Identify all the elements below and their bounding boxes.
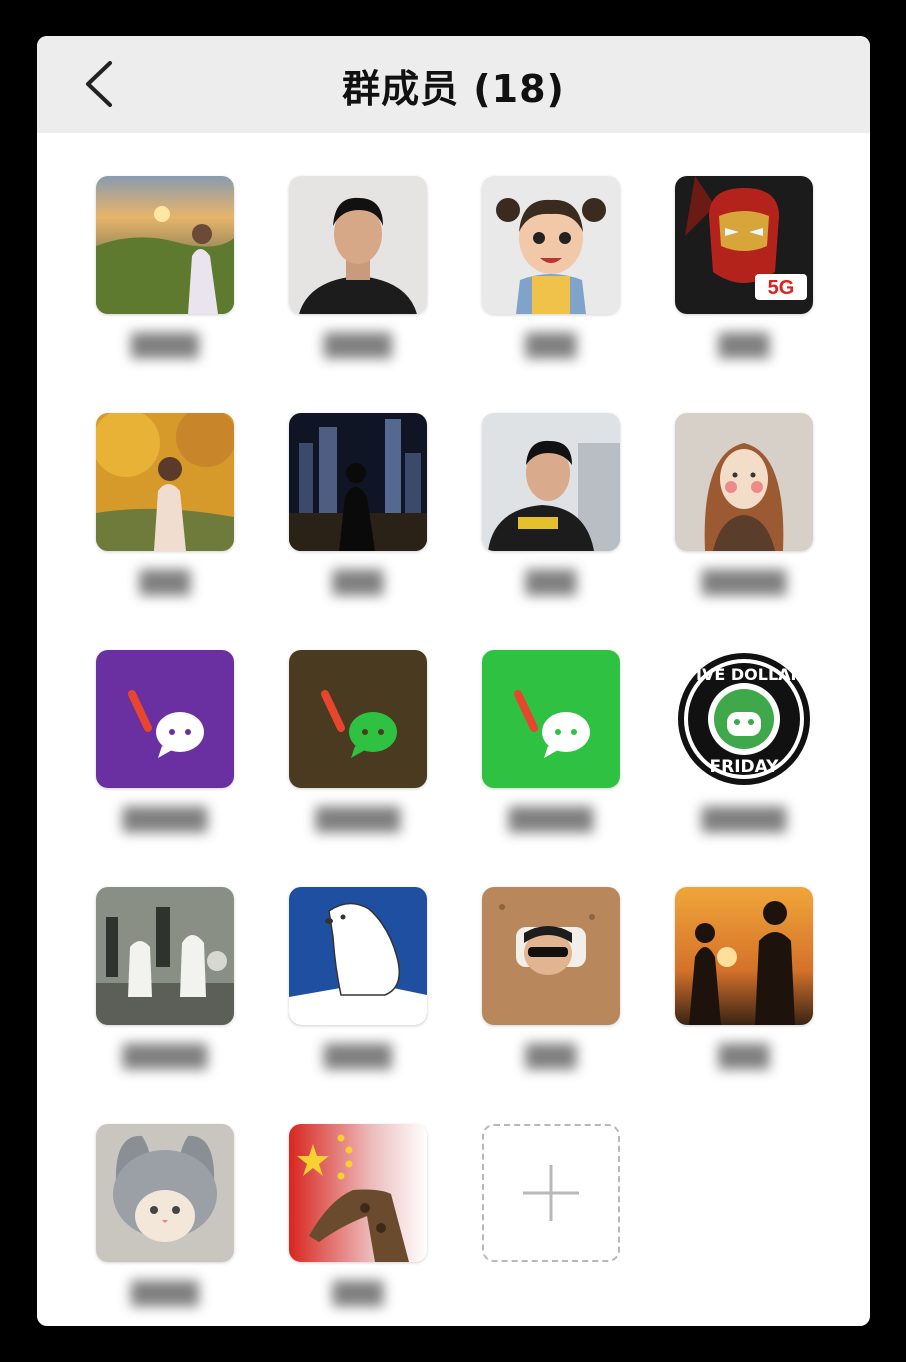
logo-text-bottom: FRIDAY: [710, 757, 780, 777]
couple-sunset-photo-icon: [675, 887, 813, 1025]
man-portrait-photo-icon: [289, 176, 427, 314]
page-title: 群成员 (18): [342, 67, 565, 111]
logo-text-top: FIVE DOLLAR: [685, 665, 803, 684]
member-avatar[interactable]: [96, 650, 234, 788]
polar-bear-drawing-icon: [289, 887, 427, 1025]
young-man-photo-icon: [482, 413, 620, 551]
member-avatar[interactable]: [482, 176, 620, 314]
sunset-field-photo-icon: [96, 176, 234, 314]
member-name: ███: [718, 1045, 770, 1070]
member-name: ███: [332, 1282, 384, 1307]
member-name: █████: [508, 808, 594, 833]
member-avatar[interactable]: FIVE DOLLAR FRIDAY: [675, 650, 813, 788]
member-avatar[interactable]: [96, 413, 234, 551]
member-avatar[interactable]: [289, 413, 427, 551]
add-member-button[interactable]: [482, 1124, 620, 1262]
member-name: ███: [525, 571, 577, 596]
member-avatar[interactable]: [289, 887, 427, 1025]
plus-icon: [523, 1165, 579, 1221]
member-name: █████: [122, 1045, 208, 1070]
member-avatar[interactable]: [482, 887, 620, 1025]
member-avatar[interactable]: [482, 413, 620, 551]
group-members-page: 群成员 (18) ████ ████ ███ 5G ███ ███ ███ ██…: [37, 36, 870, 1326]
member-name: █████: [122, 808, 208, 833]
member-name: ███: [718, 334, 770, 359]
member-name: █████: [315, 808, 401, 833]
5g-badge: 5G: [768, 277, 795, 299]
member-avatar[interactable]: [96, 176, 234, 314]
member-name: █████: [701, 808, 787, 833]
five-dollar-friday-logo-icon: FIVE DOLLAR FRIDAY: [675, 650, 813, 788]
chat-app-logo-green-icon: [482, 650, 620, 788]
member-avatar[interactable]: [675, 413, 813, 551]
member-avatar[interactable]: [289, 650, 427, 788]
iron-man-avatar-icon: 5G: [675, 176, 813, 314]
member-avatar[interactable]: [482, 650, 620, 788]
member-name: █████: [701, 571, 787, 596]
chat-app-logo-brown-icon: [289, 650, 427, 788]
city-night-photo-icon: [289, 413, 427, 551]
member-name: ████: [131, 334, 199, 359]
member-name: ███: [139, 571, 191, 596]
chess-pieces-photo-icon: [96, 887, 234, 1025]
kid-in-sand-photo-icon: [482, 887, 620, 1025]
member-name: ███: [332, 571, 384, 596]
member-avatar[interactable]: [289, 176, 427, 314]
member-name: ████: [131, 1282, 199, 1307]
cartoon-girl-avatar-icon: [482, 176, 620, 314]
member-avatar[interactable]: [96, 887, 234, 1025]
autumn-tree-photo-icon: [96, 413, 234, 551]
member-name: ███: [525, 334, 577, 359]
member-avatar[interactable]: 5G: [675, 176, 813, 314]
member-name: ███: [525, 1045, 577, 1070]
member-name: ████: [324, 1045, 392, 1070]
flag-giraffe-avatar-icon: [289, 1124, 427, 1262]
chat-app-logo-purple-icon: [96, 650, 234, 788]
kitten-hat-photo-icon: [96, 1124, 234, 1262]
nav-bar: 群成员 (18): [37, 36, 870, 133]
member-avatar[interactable]: [289, 1124, 427, 1262]
illustrated-woman-avatar-icon: [675, 413, 813, 551]
member-name: ████: [324, 334, 392, 359]
member-avatar[interactable]: [675, 887, 813, 1025]
member-avatar[interactable]: [96, 1124, 234, 1262]
